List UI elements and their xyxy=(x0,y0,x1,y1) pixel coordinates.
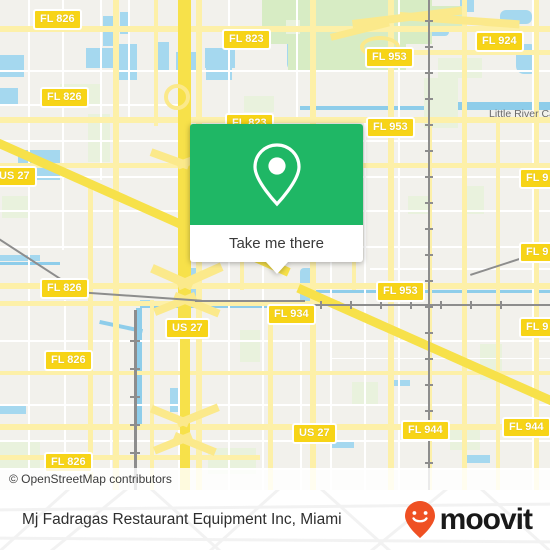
popup-footer[interactable]: Take me there xyxy=(190,225,363,274)
moovit-map-card: Little River Canal FL 826FL 823FL 953FL … xyxy=(0,0,550,550)
road-shield: FL 9 xyxy=(519,168,550,189)
map-attribution[interactable]: © OpenStreetMap contributors xyxy=(0,468,550,490)
location-popup[interactable]: Take me there xyxy=(190,124,363,274)
popup-header xyxy=(190,124,363,225)
road-shield: FL 934 xyxy=(267,304,316,325)
road-shield: FL 953 xyxy=(365,47,414,68)
road-shield: FL 953 xyxy=(376,281,425,302)
take-me-there-label: Take me there xyxy=(228,235,325,252)
map-canvas[interactable]: Little River Canal FL 826FL 823FL 953FL … xyxy=(0,0,550,490)
road-shield: FL 823 xyxy=(222,29,271,50)
place-title: Mj Fadragas Restaurant Equipment Inc, Mi… xyxy=(22,511,342,528)
road-shield: FL 924 xyxy=(475,31,524,52)
road-shield: US 27 xyxy=(292,423,337,444)
road-shield: FL 9 xyxy=(519,242,550,263)
card-footer: Mj Fadragas Restaurant Equipment Inc, Mi… xyxy=(0,490,550,550)
road-shield: FL 953 xyxy=(366,117,415,138)
moovit-brand[interactable]: moovit xyxy=(404,490,533,550)
road-shield: FL 826 xyxy=(44,350,93,371)
road-shield: US 27 xyxy=(165,318,210,339)
road-shield: FL 826 xyxy=(40,278,89,299)
map-pin-icon xyxy=(252,142,301,206)
road-shield: FL 944 xyxy=(401,420,450,441)
road-shield: FL 944 xyxy=(502,417,550,438)
road-shield: US 27 xyxy=(0,166,37,187)
moovit-wordmark: moovit xyxy=(439,503,533,536)
road-shield: FL 9 xyxy=(519,317,550,338)
road-shield: FL 826 xyxy=(40,87,89,108)
road-shield: FL 826 xyxy=(33,9,82,30)
popup-tail xyxy=(265,262,288,274)
moovit-smiley-pin-icon xyxy=(404,501,435,538)
